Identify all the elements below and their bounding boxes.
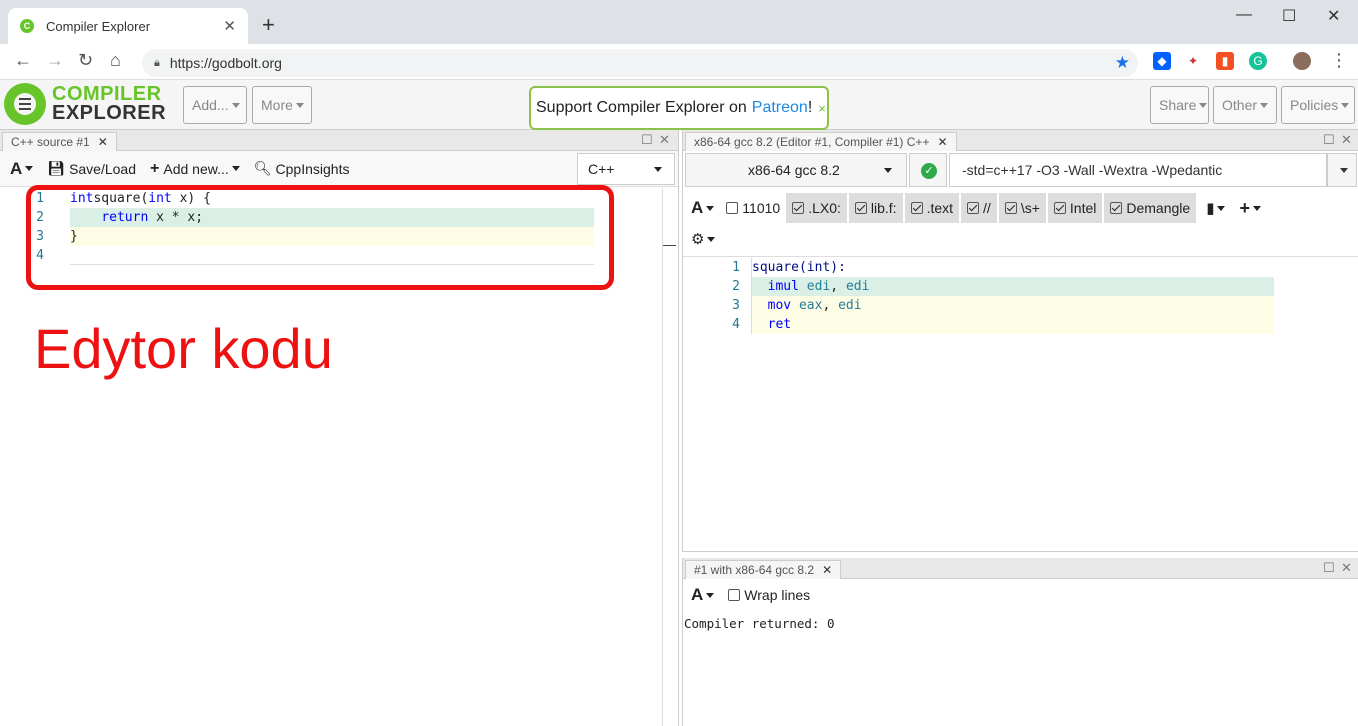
font-size-button[interactable]: A xyxy=(691,198,715,218)
compiler-toolbar: A 11010 .LX0: lib.f: .text//\s+ Intel Demangl… xyxy=(683,192,1358,224)
asm-line: imul edi, edi xyxy=(751,277,1274,296)
grammarly-extension-icon[interactable]: G xyxy=(1249,52,1267,70)
filter-toggle-11010[interactable]: 11010 xyxy=(726,200,780,216)
compile-status-icon: ✓ xyxy=(909,153,947,187)
browser-tab-title: Compiler Explorer xyxy=(46,18,151,34)
compiler-result-text: Compiler returned: 0 xyxy=(684,616,835,631)
filter-toggle-s[interactable]: \s+ xyxy=(998,193,1046,223)
office-extension-icon[interactable]: ▮ xyxy=(1216,52,1234,70)
plus-icon: + xyxy=(150,159,160,177)
close-editor-tab-icon[interactable]: ✕ xyxy=(98,135,108,149)
output-toolbar: A Wrap lines xyxy=(683,581,1358,609)
browser-navbar: ← → ↻ ⌂ 🔒︎ https://godbolt.org ★ ◆ ✦ ▮ G… xyxy=(0,44,1358,80)
close-tab-icon[interactable]: ✕ xyxy=(223,17,236,35)
output-pane: #1 with x86-64 gcc 8.2 ✕ ☐ ✕ A Wrap lines… xyxy=(682,558,1358,726)
address-bar[interactable]: 🔒︎ https://godbolt.org ★ xyxy=(142,49,1138,77)
close-output-tab-icon[interactable]: ✕ xyxy=(822,563,832,577)
magnifier-icon: 🔍︎ xyxy=(253,160,272,176)
forward-icon[interactable]: → xyxy=(46,50,64,71)
code-editor-highlight-box xyxy=(26,185,614,290)
annotation-label: Edytor kodu xyxy=(34,317,333,380)
patreon-link[interactable]: Patreon xyxy=(752,99,808,117)
font-size-button[interactable]: A xyxy=(10,159,34,179)
line-number: 3 xyxy=(732,298,740,313)
filter-toggle-intel[interactable]: Intel xyxy=(1047,193,1103,223)
ce-logo-icon xyxy=(4,83,46,125)
dropbox-extension-icon[interactable]: ◆ xyxy=(1153,52,1171,70)
reload-icon[interactable]: ↻ xyxy=(78,50,93,71)
filter-toggle-demangle[interactable]: Demangle xyxy=(1104,193,1197,223)
close-window-icon[interactable]: ✕ xyxy=(1327,6,1340,26)
add-tool-icon[interactable]: + xyxy=(1239,198,1261,219)
libraries-book-icon[interactable]: ▮ xyxy=(1206,199,1226,217)
bookmark-star-icon[interactable]: ★ xyxy=(1115,53,1130,73)
patreon-banner: Support Compiler Explorer on Patreon! × xyxy=(529,86,829,130)
patreon-text: Support Compiler Explorer on xyxy=(536,99,747,116)
maximize-pane-icon[interactable]: ☐ xyxy=(1323,132,1335,148)
ce-header: COMPILER EXPLORER Add... More Support Co… xyxy=(0,80,1358,130)
editor-tab[interactable]: C++ source #1 ✕ xyxy=(2,132,117,151)
add-menu-button[interactable]: Add... xyxy=(183,86,247,124)
extension-icon[interactable]: ✦ xyxy=(1184,52,1202,70)
policies-menu-button[interactable]: Policies xyxy=(1281,86,1355,124)
maximize-icon[interactable]: ☐ xyxy=(1282,6,1296,26)
options-dropdown-button[interactable] xyxy=(1327,153,1357,187)
close-compiler-tab-icon[interactable]: ✕ xyxy=(937,135,947,149)
asm-line: mov eax, edi xyxy=(751,296,1274,315)
share-menu-button[interactable]: Share xyxy=(1150,86,1209,124)
output-tab[interactable]: #1 with x86-64 gcc 8.2 ✕ xyxy=(685,560,842,579)
filter-toggle-lx0[interactable]: .LX0: xyxy=(786,193,847,223)
font-size-button[interactable]: A xyxy=(691,585,715,605)
line-number: 1 xyxy=(732,260,740,275)
settings-gears-icon[interactable]: ⚙︎ xyxy=(691,230,716,248)
editor-scrollbar[interactable] xyxy=(662,245,676,246)
filter-toggle-[interactable]: // xyxy=(961,193,997,223)
close-pane-icon[interactable]: ✕ xyxy=(1341,132,1352,148)
editor-vertical-divider xyxy=(662,188,663,726)
maximize-pane-icon[interactable]: ☐ xyxy=(641,132,653,148)
close-banner-icon[interactable]: × xyxy=(818,101,826,116)
home-icon[interactable]: ⌂ xyxy=(110,50,121,71)
minimize-icon[interactable]: — xyxy=(1236,6,1252,24)
back-icon[interactable]: ← xyxy=(14,50,32,71)
add-new-button[interactable]: + Add new... xyxy=(150,160,240,178)
profile-avatar[interactable] xyxy=(1293,52,1311,70)
more-menu-button[interactable]: More xyxy=(252,86,312,124)
new-tab-icon[interactable]: + xyxy=(262,14,275,36)
browser-tab[interactable]: C Compiler Explorer ✕ xyxy=(8,8,248,44)
compiler-options-input[interactable] xyxy=(949,153,1327,187)
compiler-select[interactable]: x86-64 gcc 8.2 xyxy=(685,153,907,187)
wrap-lines-checkbox[interactable]: Wrap lines xyxy=(728,587,810,603)
compiler-explorer-favicon-icon: C xyxy=(20,19,34,33)
logo-line-2: EXPLORER xyxy=(52,102,167,124)
url-text: https://godbolt.org xyxy=(169,55,282,71)
close-pane-icon[interactable]: ✕ xyxy=(1341,560,1352,576)
save-icon: 💾︎ xyxy=(47,160,66,176)
save-load-button[interactable]: 💾︎ Save/Load xyxy=(47,160,136,177)
lock-icon: 🔒︎ xyxy=(154,56,160,69)
browser-menu-icon[interactable]: ⋮ xyxy=(1330,50,1348,71)
language-select[interactable]: C++ xyxy=(577,153,675,185)
asm-line: ret xyxy=(751,315,1274,334)
ce-logo[interactable]: COMPILER EXPLORER xyxy=(4,83,166,125)
compiler-toolbar-row2: ⚙︎ xyxy=(683,225,1358,253)
maximize-pane-icon[interactable]: ☐ xyxy=(1323,560,1335,576)
line-number: 4 xyxy=(732,317,740,332)
compiler-tab[interactable]: x86-64 gcc 8.2 (Editor #1, Compiler #1) … xyxy=(685,132,957,151)
close-pane-icon[interactable]: ✕ xyxy=(659,132,670,148)
filter-toggle-text[interactable]: .text xyxy=(904,193,960,223)
browser-tabstrip: C Compiler Explorer ✕ + — ☐ ✕ xyxy=(0,0,1358,44)
cppinsights-button[interactable]: 🔍︎ CppInsights xyxy=(254,160,350,177)
asm-line: square(int): xyxy=(751,258,1274,277)
other-menu-button[interactable]: Other xyxy=(1213,86,1277,124)
line-number: 2 xyxy=(732,279,740,294)
assembly-output[interactable]: 1 square(int): 2 imul edi, edi 3 mov eax, e… xyxy=(683,256,1358,552)
compiler-pane: x86-64 gcc 8.2 (Editor #1, Compiler #1) … xyxy=(682,130,1358,552)
filter-toggle-libf[interactable]: lib.f: xyxy=(848,193,903,223)
